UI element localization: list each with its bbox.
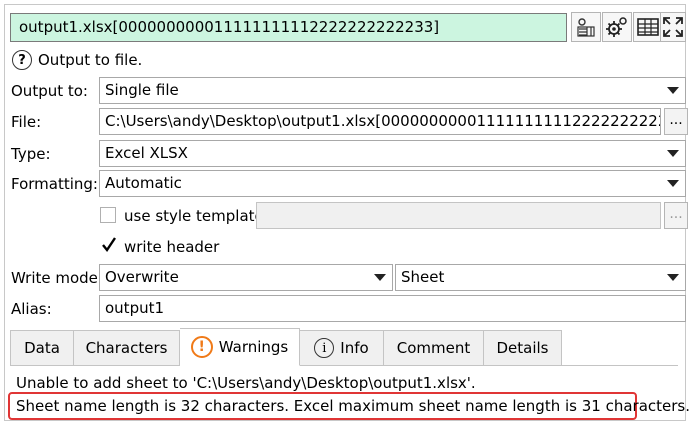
formatting-select[interactable]: Automatic [99, 170, 686, 197]
tab-bar: Data Characters ! Warnings i Info Commen… [10, 328, 562, 366]
tab-warnings-label: Warnings [218, 338, 289, 356]
help-row: ? Output to file. [12, 48, 142, 72]
write-mode-value: Overwrite [105, 268, 179, 286]
tab-details[interactable]: Details [484, 330, 562, 366]
output-name-field[interactable]: output1.xlsx[000000000011111111112222222… [10, 13, 567, 42]
chevron-down-icon [667, 87, 679, 94]
warning-icon: ! [190, 336, 213, 358]
chevron-down-icon [374, 274, 386, 281]
write-mode-label: Write mode: [11, 269, 103, 287]
help-icon[interactable]: ? [12, 50, 32, 70]
alias-field[interactable]: output1 [99, 295, 686, 322]
write-header-label: write header [124, 238, 220, 256]
tab-info[interactable]: i Info [300, 330, 384, 366]
tab-details-label: Details [496, 339, 549, 357]
tab-characters[interactable]: Characters [74, 330, 180, 366]
expand-icon [663, 17, 683, 37]
warning-message: Unable to add sheet to 'C:\Users\andy\De… [16, 374, 476, 392]
style-template-label: use style template [124, 207, 264, 225]
chevron-down-icon [667, 150, 679, 157]
expand-button[interactable] [660, 12, 686, 42]
tab-characters-label: Characters [85, 339, 168, 357]
write-target-select[interactable]: Sheet [395, 264, 686, 291]
grid-settings-icon [577, 18, 595, 37]
alias-label: Alias: [11, 300, 52, 318]
formatting-value: Automatic [105, 174, 182, 192]
help-text: Output to file. [38, 51, 143, 69]
type-value: Excel XLSX [105, 144, 188, 162]
grid-settings-button[interactable] [571, 12, 601, 42]
write-mode-select[interactable]: Overwrite [99, 264, 393, 291]
file-path-field[interactable]: C:\Users\andy\Desktop\output1.xlsx[00000… [99, 108, 661, 135]
warning-message-highlighted: Sheet name length is 32 characters. Exce… [16, 397, 690, 415]
type-label: Type: [11, 145, 51, 163]
tab-comment-label: Comment [396, 339, 471, 357]
file-browse-button[interactable]: ... [664, 108, 688, 135]
settings-button[interactable] [602, 12, 632, 42]
tab-data[interactable]: Data [10, 330, 74, 366]
style-template-browse-button[interactable]: ... [664, 202, 688, 229]
checkmark-icon [102, 237, 116, 253]
tab-warnings[interactable]: ! Warnings [180, 328, 300, 366]
table-icon [637, 18, 659, 36]
write-header-checkbox[interactable] [100, 237, 116, 254]
gear-icon [606, 17, 627, 37]
style-template-checkbox[interactable] [100, 207, 116, 223]
write-target-value: Sheet [401, 268, 445, 286]
output-to-select[interactable]: Single file [99, 77, 686, 104]
chevron-down-icon [667, 274, 679, 281]
formatting-label: Formatting: [11, 175, 98, 193]
tab-info-label: Info [340, 339, 369, 357]
type-select[interactable]: Excel XLSX [99, 140, 686, 167]
chevron-down-icon [667, 180, 679, 187]
tab-data-label: Data [24, 339, 60, 357]
table-view-button[interactable] [633, 12, 663, 42]
output-to-label: Output to: [11, 82, 88, 100]
info-icon: i [314, 338, 335, 358]
tab-comment[interactable]: Comment [384, 330, 484, 366]
style-template-field[interactable] [256, 202, 661, 229]
file-label: File: [11, 113, 42, 131]
output-to-value: Single file [105, 81, 179, 99]
